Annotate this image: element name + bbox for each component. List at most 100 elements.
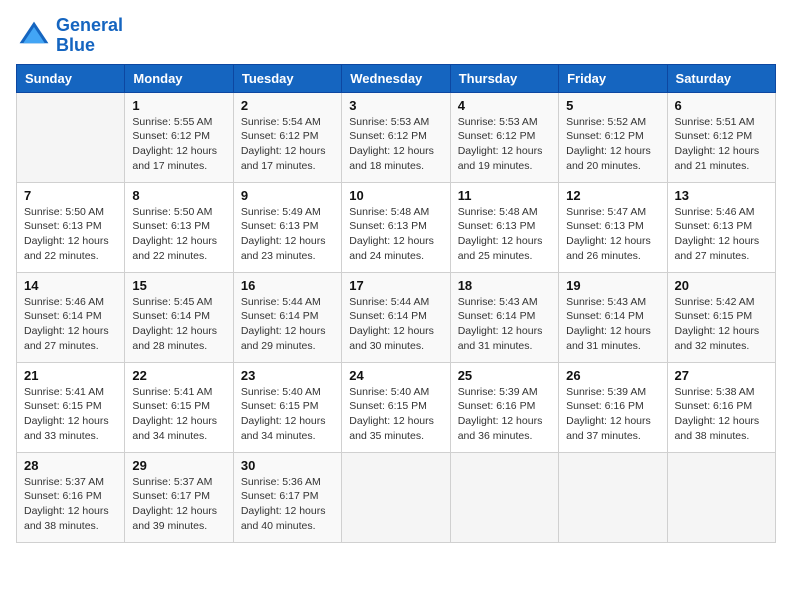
calendar-cell: 28 Sunrise: 5:37 AM Sunset: 6:16 PM Dayli… xyxy=(17,452,125,542)
calendar-cell: 16 Sunrise: 5:44 AM Sunset: 6:14 PM Dayli… xyxy=(233,272,341,362)
calendar-week-row: 14 Sunrise: 5:46 AM Sunset: 6:14 PM Dayli… xyxy=(17,272,776,362)
calendar-cell: 20 Sunrise: 5:42 AM Sunset: 6:15 PM Dayli… xyxy=(667,272,775,362)
day-number: 16 xyxy=(241,278,334,293)
calendar-cell xyxy=(667,452,775,542)
day-number: 14 xyxy=(24,278,117,293)
day-number: 27 xyxy=(675,368,768,383)
day-number: 28 xyxy=(24,458,117,473)
weekday-header: Friday xyxy=(559,64,667,92)
day-detail: Sunrise: 5:41 AM Sunset: 6:15 PM Dayligh… xyxy=(132,385,225,444)
day-detail: Sunrise: 5:37 AM Sunset: 6:16 PM Dayligh… xyxy=(24,475,117,534)
calendar-cell: 11Sunrise: 5:48 AM Sunset: 6:13 PM Dayli… xyxy=(450,182,558,272)
day-number: 20 xyxy=(675,278,768,293)
calendar-body: 1 Sunrise: 5:55 AM Sunset: 6:12 PM Daylig… xyxy=(17,92,776,542)
weekday-header: Thursday xyxy=(450,64,558,92)
calendar-cell: 26 Sunrise: 5:39 AM Sunset: 6:16 PM Dayli… xyxy=(559,362,667,452)
day-detail: Sunrise: 5:40 AM Sunset: 6:15 PM Dayligh… xyxy=(241,385,334,444)
calendar-cell: 12Sunrise: 5:47 AM Sunset: 6:13 PM Dayli… xyxy=(559,182,667,272)
calendar-cell: 10 Sunrise: 5:48 AM Sunset: 6:13 PM Dayli… xyxy=(342,182,450,272)
calendar-cell: 14 Sunrise: 5:46 AM Sunset: 6:14 PM Dayli… xyxy=(17,272,125,362)
day-number: 9 xyxy=(241,188,334,203)
day-detail: Sunrise: 5:54 AM Sunset: 6:12 PM Dayligh… xyxy=(241,115,334,174)
day-number: 26 xyxy=(566,368,659,383)
day-detail: Sunrise: 5:46 AM Sunset: 6:13 PM Dayligh… xyxy=(675,205,768,264)
day-detail: Sunrise: 5:36 AM Sunset: 6:17 PM Dayligh… xyxy=(241,475,334,534)
weekday-header: Tuesday xyxy=(233,64,341,92)
day-detail: Sunrise: 5:37 AM Sunset: 6:17 PM Dayligh… xyxy=(132,475,225,534)
day-detail: Sunrise: 5:52 AM Sunset: 6:12 PM Dayligh… xyxy=(566,115,659,174)
calendar-week-row: 1 Sunrise: 5:55 AM Sunset: 6:12 PM Daylig… xyxy=(17,92,776,182)
day-number: 13 xyxy=(675,188,768,203)
day-detail: Sunrise: 5:42 AM Sunset: 6:15 PM Dayligh… xyxy=(675,295,768,354)
calendar-cell: 5 Sunrise: 5:52 AM Sunset: 6:12 PM Daylig… xyxy=(559,92,667,182)
day-number: 18 xyxy=(458,278,551,293)
day-number: 30 xyxy=(241,458,334,473)
day-number: 15 xyxy=(132,278,225,293)
day-number: 5 xyxy=(566,98,659,113)
day-number: 29 xyxy=(132,458,225,473)
calendar-cell: 2 Sunrise: 5:54 AM Sunset: 6:12 PM Daylig… xyxy=(233,92,341,182)
day-number: 2 xyxy=(241,98,334,113)
calendar-cell: 23Sunrise: 5:40 AM Sunset: 6:15 PM Dayli… xyxy=(233,362,341,452)
calendar-week-row: 7 Sunrise: 5:50 AM Sunset: 6:13 PM Daylig… xyxy=(17,182,776,272)
page-header: General Blue xyxy=(16,16,776,56)
day-detail: Sunrise: 5:44 AM Sunset: 6:14 PM Dayligh… xyxy=(349,295,442,354)
weekday-header: Wednesday xyxy=(342,64,450,92)
calendar-cell: 25 Sunrise: 5:39 AM Sunset: 6:16 PM Dayli… xyxy=(450,362,558,452)
logo: General Blue xyxy=(16,16,123,56)
day-detail: Sunrise: 5:46 AM Sunset: 6:14 PM Dayligh… xyxy=(24,295,117,354)
day-number: 1 xyxy=(132,98,225,113)
weekday-header: Saturday xyxy=(667,64,775,92)
day-detail: Sunrise: 5:41 AM Sunset: 6:15 PM Dayligh… xyxy=(24,385,117,444)
day-number: 25 xyxy=(458,368,551,383)
weekday-header: Monday xyxy=(125,64,233,92)
day-detail: Sunrise: 5:39 AM Sunset: 6:16 PM Dayligh… xyxy=(458,385,551,444)
calendar-week-row: 28 Sunrise: 5:37 AM Sunset: 6:16 PM Dayli… xyxy=(17,452,776,542)
calendar-cell: 4 Sunrise: 5:53 AM Sunset: 6:12 PM Daylig… xyxy=(450,92,558,182)
day-number: 7 xyxy=(24,188,117,203)
calendar-cell: 9 Sunrise: 5:49 AM Sunset: 6:13 PM Daylig… xyxy=(233,182,341,272)
calendar-cell: 3 Sunrise: 5:53 AM Sunset: 6:12 PM Daylig… xyxy=(342,92,450,182)
day-number: 22 xyxy=(132,368,225,383)
day-number: 12 xyxy=(566,188,659,203)
day-detail: Sunrise: 5:39 AM Sunset: 6:16 PM Dayligh… xyxy=(566,385,659,444)
calendar-cell: 13 Sunrise: 5:46 AM Sunset: 6:13 PM Dayli… xyxy=(667,182,775,272)
day-detail: Sunrise: 5:45 AM Sunset: 6:14 PM Dayligh… xyxy=(132,295,225,354)
day-number: 10 xyxy=(349,188,442,203)
logo-icon xyxy=(16,18,52,54)
day-detail: Sunrise: 5:40 AM Sunset: 6:15 PM Dayligh… xyxy=(349,385,442,444)
calendar-cell xyxy=(450,452,558,542)
day-number: 6 xyxy=(675,98,768,113)
weekday-header: Sunday xyxy=(17,64,125,92)
day-detail: Sunrise: 5:51 AM Sunset: 6:12 PM Dayligh… xyxy=(675,115,768,174)
day-detail: Sunrise: 5:48 AM Sunset: 6:13 PM Dayligh… xyxy=(349,205,442,264)
calendar-cell: 1 Sunrise: 5:55 AM Sunset: 6:12 PM Daylig… xyxy=(125,92,233,182)
calendar-cell: 29 Sunrise: 5:37 AM Sunset: 6:17 PM Dayli… xyxy=(125,452,233,542)
day-detail: Sunrise: 5:44 AM Sunset: 6:14 PM Dayligh… xyxy=(241,295,334,354)
calendar-cell: 15 Sunrise: 5:45 AM Sunset: 6:14 PM Dayli… xyxy=(125,272,233,362)
day-number: 24 xyxy=(349,368,442,383)
calendar-cell: 27Sunrise: 5:38 AM Sunset: 6:16 PM Dayli… xyxy=(667,362,775,452)
day-number: 3 xyxy=(349,98,442,113)
calendar-cell: 18 Sunrise: 5:43 AM Sunset: 6:14 PM Dayli… xyxy=(450,272,558,362)
day-detail: Sunrise: 5:53 AM Sunset: 6:12 PM Dayligh… xyxy=(349,115,442,174)
calendar-cell xyxy=(17,92,125,182)
day-detail: Sunrise: 5:50 AM Sunset: 6:13 PM Dayligh… xyxy=(24,205,117,264)
calendar-header: SundayMondayTuesdayWednesdayThursdayFrid… xyxy=(17,64,776,92)
calendar-cell xyxy=(559,452,667,542)
day-detail: Sunrise: 5:49 AM Sunset: 6:13 PM Dayligh… xyxy=(241,205,334,264)
day-detail: Sunrise: 5:43 AM Sunset: 6:14 PM Dayligh… xyxy=(458,295,551,354)
calendar-cell: 30 Sunrise: 5:36 AM Sunset: 6:17 PM Dayli… xyxy=(233,452,341,542)
day-number: 4 xyxy=(458,98,551,113)
calendar-cell: 17Sunrise: 5:44 AM Sunset: 6:14 PM Dayli… xyxy=(342,272,450,362)
calendar-table: SundayMondayTuesdayWednesdayThursdayFrid… xyxy=(16,64,776,543)
calendar-week-row: 21Sunrise: 5:41 AM Sunset: 6:15 PM Dayli… xyxy=(17,362,776,452)
calendar-cell: 22 Sunrise: 5:41 AM Sunset: 6:15 PM Dayli… xyxy=(125,362,233,452)
day-detail: Sunrise: 5:53 AM Sunset: 6:12 PM Dayligh… xyxy=(458,115,551,174)
day-detail: Sunrise: 5:55 AM Sunset: 6:12 PM Dayligh… xyxy=(132,115,225,174)
calendar-cell: 6 Sunrise: 5:51 AM Sunset: 6:12 PM Daylig… xyxy=(667,92,775,182)
calendar-cell: 19 Sunrise: 5:43 AM Sunset: 6:14 PM Dayli… xyxy=(559,272,667,362)
day-detail: Sunrise: 5:43 AM Sunset: 6:14 PM Dayligh… xyxy=(566,295,659,354)
day-number: 19 xyxy=(566,278,659,293)
day-detail: Sunrise: 5:50 AM Sunset: 6:13 PM Dayligh… xyxy=(132,205,225,264)
